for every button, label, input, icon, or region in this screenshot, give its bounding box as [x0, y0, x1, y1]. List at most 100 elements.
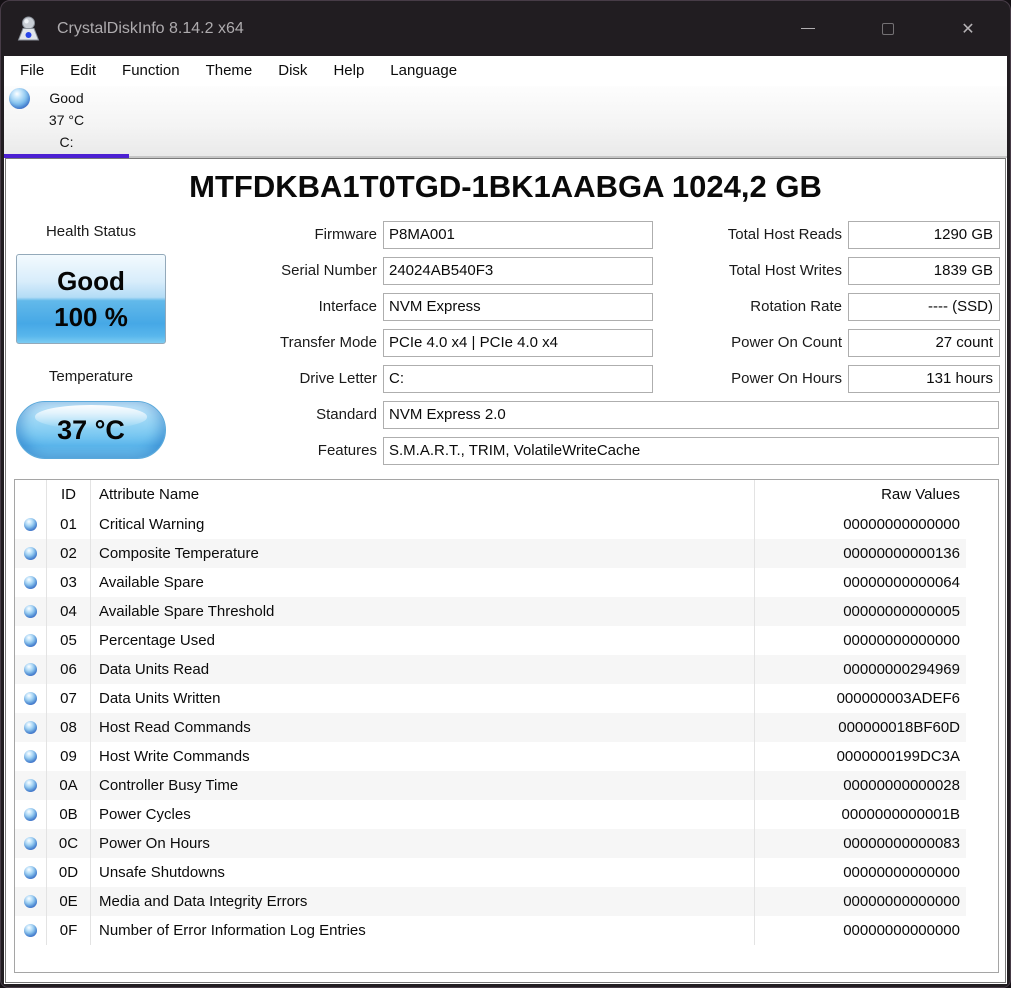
menu-item[interactable]: File: [7, 56, 57, 86]
smart-attribute-table: ID Attribute Name Raw Values 01 Critical…: [14, 479, 999, 973]
field-value-box: 27 count: [848, 329, 1000, 357]
status-orb-icon: [24, 605, 37, 618]
field-row: Power On Hours 131 hours: [606, 365, 1000, 393]
drive-tab-status: Good: [49, 90, 84, 106]
table-row[interactable]: 07 Data Units Written 000000003ADEF6: [15, 684, 998, 713]
table-row[interactable]: 0D Unsafe Shutdowns 00000000000000: [15, 858, 998, 887]
status-orb-icon: [24, 866, 37, 879]
menu-item[interactable]: Edit: [57, 56, 109, 86]
table-row[interactable]: 01 Critical Warning 00000000000000: [15, 510, 998, 539]
row-raw-cell: 00000000000064: [754, 568, 966, 597]
table-row[interactable]: 0B Power Cycles 0000000000001B: [15, 800, 998, 829]
menu-item[interactable]: Function: [109, 56, 193, 86]
menubar: File Edit Function Theme Disk Help Langu…: [4, 56, 1007, 86]
row-blank-cell: [966, 626, 998, 655]
drive-tab-temperature: 37 °C: [48, 112, 85, 128]
row-id-cell: 0D: [46, 858, 90, 887]
row-raw-cell: 00000000294969: [754, 655, 966, 684]
table-row[interactable]: 05 Percentage Used 00000000000000: [15, 626, 998, 655]
status-orb-icon: [24, 924, 37, 937]
row-blank-cell: [966, 829, 998, 858]
row-blank-cell: [966, 800, 998, 829]
header-id: ID: [46, 480, 90, 510]
row-raw-cell: 00000000000000: [754, 858, 966, 887]
row-raw-cell: 00000000000000: [754, 887, 966, 916]
row-raw-cell: 0000000199DC3A: [754, 742, 966, 771]
field-label: Drive Letter: [299, 370, 377, 387]
row-id-cell: 0C: [46, 829, 90, 858]
row-name-cell: Composite Temperature: [90, 539, 754, 568]
drive-tab-letter: C:: [59, 134, 74, 150]
status-orb-icon: [24, 692, 37, 705]
menu-item[interactable]: Disk: [265, 56, 320, 86]
row-blank-cell: [966, 887, 998, 916]
row-status-cell: [15, 626, 46, 655]
status-orb-icon: [24, 634, 37, 647]
field-label: Standard: [316, 406, 377, 423]
row-id-cell: 0A: [46, 771, 90, 800]
row-blank-cell: [966, 771, 998, 800]
field-row: Power On Count 27 count: [606, 329, 1000, 357]
field-label: Interface: [318, 298, 377, 315]
drive-info-panel: MTFDKBA1T0TGD-1BK1AABGA 1024,2 GB Health…: [5, 158, 1006, 983]
field-row: Rotation Rate ---- (SSD): [606, 293, 1000, 321]
field-row: Total Host Writes 1839 GB: [606, 257, 1000, 285]
row-raw-cell: 000000003ADEF6: [754, 684, 966, 713]
row-blank-cell: [966, 916, 998, 945]
row-status-cell: [15, 858, 46, 887]
maximize-icon: [882, 22, 894, 35]
table-row[interactable]: 0E Media and Data Integrity Errors 00000…: [15, 887, 998, 916]
row-name-cell: Available Spare: [90, 568, 754, 597]
field-label: Firmware: [314, 226, 378, 243]
drive-tab-c[interactable]: Good 37 °C C:: [4, 86, 129, 154]
table-row[interactable]: 06 Data Units Read 00000000294969: [15, 655, 998, 684]
field-value-box: ---- (SSD): [848, 293, 1000, 321]
row-status-cell: [15, 568, 46, 597]
row-id-cell: 0E: [46, 887, 90, 916]
row-raw-cell: 00000000000005: [754, 597, 966, 626]
header-status-column: [15, 480, 46, 510]
table-row[interactable]: 04 Available Spare Threshold 00000000000…: [15, 597, 998, 626]
row-raw-cell: 00000000000000: [754, 510, 966, 539]
row-blank-cell: [966, 539, 998, 568]
row-blank-cell: [966, 742, 998, 771]
row-raw-cell: 00000000000000: [754, 626, 966, 655]
row-blank-cell: [966, 568, 998, 597]
maximize-button[interactable]: [848, 1, 928, 56]
table-row[interactable]: 0A Controller Busy Time 00000000000028: [15, 771, 998, 800]
window-controls: ✕: [768, 1, 1008, 56]
menu-item[interactable]: Help: [320, 56, 377, 86]
header-blank: [966, 480, 998, 510]
drive-tabstrip: Good 37 °C C:: [4, 86, 1007, 158]
field-label: Power On Hours: [731, 370, 842, 387]
minimize-icon: [801, 28, 815, 29]
field-row: Standard NVM Express 2.0: [6, 401, 1005, 429]
menu-item[interactable]: Theme: [193, 56, 266, 86]
field-label: Power On Count: [731, 334, 842, 351]
row-blank-cell: [966, 510, 998, 539]
table-row[interactable]: 08 Host Read Commands 000000018BF60D: [15, 713, 998, 742]
drive-model-title: MTFDKBA1T0TGD-1BK1AABGA 1024,2 GB: [189, 169, 822, 204]
menu-item[interactable]: Language: [377, 56, 470, 86]
table-row[interactable]: 03 Available Spare 00000000000064: [15, 568, 998, 597]
row-raw-cell: 00000000000083: [754, 829, 966, 858]
minimize-button[interactable]: [768, 1, 848, 56]
row-name-cell: Power On Hours: [90, 829, 754, 858]
close-button[interactable]: ✕: [928, 1, 1008, 56]
table-row[interactable]: 0F Number of Error Information Log Entri…: [15, 916, 998, 945]
row-name-cell: Percentage Used: [90, 626, 754, 655]
field-value-box: S.M.A.R.T., TRIM, VolatileWriteCache: [383, 437, 999, 465]
status-orb-icon: [24, 547, 37, 560]
row-name-cell: Data Units Read: [90, 655, 754, 684]
table-row[interactable]: 02 Composite Temperature 00000000000136: [15, 539, 998, 568]
row-name-cell: Unsafe Shutdowns: [90, 858, 754, 887]
table-row[interactable]: 09 Host Write Commands 0000000199DC3A: [15, 742, 998, 771]
field-label: Total Host Reads: [727, 226, 842, 243]
field-row: Features S.M.A.R.T., TRIM, VolatileWrite…: [6, 437, 1005, 465]
header-raw-values: Raw Values: [754, 480, 966, 510]
status-orb-icon: [24, 837, 37, 850]
row-raw-cell: 00000000000136: [754, 539, 966, 568]
table-row[interactable]: 0C Power On Hours 00000000000083: [15, 829, 998, 858]
row-blank-cell: [966, 713, 998, 742]
row-blank-cell: [966, 858, 998, 887]
